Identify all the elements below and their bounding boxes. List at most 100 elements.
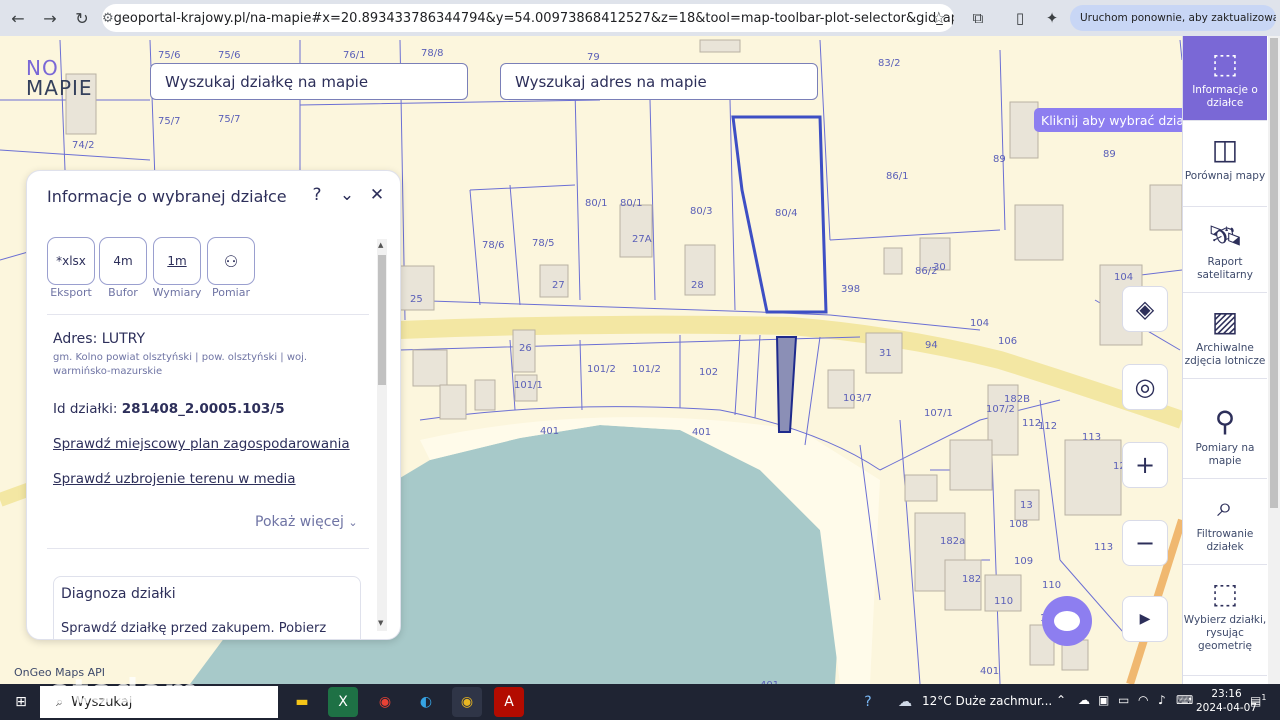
zoom-out-button[interactable]: − — [1122, 520, 1168, 566]
notifications-icon[interactable]: ▤1 — [1250, 693, 1266, 708]
address-heading: Adres: LUTRY — [53, 331, 146, 347]
scroll-up-icon[interactable]: ▲ — [378, 241, 383, 249]
parcel-number-label: 26 — [519, 343, 532, 354]
parcel-number-label: 86/1 — [886, 171, 909, 182]
show-more-button[interactable]: Pokaż więcej ⌄ — [255, 514, 358, 530]
forward-icon[interactable]: → — [36, 4, 64, 32]
parcel-number-label: 13 — [1020, 500, 1033, 511]
locate-button[interactable]: ◎ — [1122, 364, 1168, 410]
parcel-number-label: 89 — [1103, 149, 1116, 160]
parcel-number-label: 74/2 — [72, 140, 95, 151]
update-button[interactable]: Uruchom ponownie, aby zaktualizować — [1070, 5, 1276, 31]
parcel-number-label: 107/2 — [986, 404, 1015, 415]
parcel-number-label: 75/7 — [158, 116, 181, 127]
dimensions-button[interactable]: 1m — [153, 237, 201, 285]
parcel-number-label: 104 — [970, 318, 990, 329]
sidebar-item-draw-select[interactable]: ⬚ Wybierz działki, rysując geometrię — [1183, 566, 1267, 676]
dimensions-icon: 1m — [167, 254, 187, 268]
export-button[interactable]: *xlsx — [47, 237, 95, 285]
excel-icon[interactable]: X — [328, 687, 358, 717]
edge-icon[interactable]: ◐ — [411, 687, 441, 717]
wifi-icon[interactable]: ◠ — [1138, 693, 1148, 707]
buffer-icon: 4m — [113, 254, 133, 268]
onedrive-icon[interactable]: ☁ — [1078, 693, 1090, 707]
app-icon[interactable]: ◉ — [370, 687, 400, 717]
tray-app-icon[interactable]: ▣ — [1098, 693, 1109, 707]
side-panel-icon[interactable]: ▯ — [1008, 6, 1032, 30]
extensions-icon[interactable]: ⧉ — [966, 6, 990, 30]
page-scrollbar[interactable] — [1268, 36, 1280, 684]
back-icon[interactable]: ← — [4, 4, 32, 32]
chevron-down-icon[interactable]: ⌄ — [337, 185, 357, 205]
battery-icon[interactable]: ▭ — [1118, 693, 1129, 707]
scroll-down-icon[interactable]: ▼ — [378, 619, 383, 627]
parcel-number-label: 401 — [980, 666, 1000, 677]
plus-icon: + — [1134, 451, 1156, 479]
parcel-number-label: 110 — [994, 596, 1014, 607]
buffer-button[interactable]: 4m — [99, 237, 147, 285]
measure-button[interactable]: ⚇ — [207, 237, 255, 285]
compare-maps-icon: ◫ — [1211, 132, 1239, 166]
volume-icon[interactable]: ♪ — [1158, 693, 1166, 707]
sidebar-item-filter[interactable]: ⌕ Filtrowanie działek — [1183, 480, 1267, 565]
tray-chevron-icon[interactable]: ⌃ — [1056, 693, 1066, 707]
sidebar-item-archive-photos[interactable]: ▨ Archiwalne zdjęcia lotnicze — [1183, 294, 1267, 379]
diagnosis-card[interactable]: Diagnoza działki Sprawdź działkę przed z… — [53, 576, 361, 639]
parcel-number-label: 103/7 — [843, 393, 872, 404]
keyboard-icon[interactable]: ⌨ — [1176, 693, 1193, 707]
start-icon[interactable]: ⊞ — [6, 687, 36, 717]
sidebar-item-label: Filtrowanie działek — [1196, 528, 1254, 553]
weather-text: 12°C Duże zachmur... — [922, 694, 1053, 708]
plot-search-input[interactable]: Wyszukaj działkę na mapie — [150, 63, 468, 100]
parcel-number-label: 75/6 — [158, 50, 181, 61]
scroll-thumb[interactable] — [1270, 38, 1278, 508]
zoning-plan-link[interactable]: Sprawdź miejscowy plan zagospodarowania — [53, 436, 350, 452]
scroll-thumb[interactable] — [378, 255, 386, 385]
panel-scrollbar[interactable]: ▲ ▼ — [377, 239, 387, 631]
chat-button[interactable] — [1042, 596, 1092, 646]
plot-id-label: Id działki: — [53, 401, 118, 417]
sidebar-item-label: Informacje o działce — [1192, 84, 1258, 109]
layers-button[interactable]: ◈ — [1122, 286, 1168, 332]
parcel-number-label: 80/4 — [775, 208, 798, 219]
parcel-number-label: 401 — [692, 427, 712, 438]
parcel-number-label: 30 — [933, 262, 946, 273]
sidebar-item-label: Pomiary na mapie — [1195, 442, 1255, 467]
parcel-number-label: 75/7 — [218, 114, 241, 125]
help-icon[interactable]: ? — [307, 185, 327, 205]
utilities-link[interactable]: Sprawdź uzbrojenie terenu w media — [53, 471, 296, 487]
export-icon: *xlsx — [56, 254, 86, 268]
diagnosis-text: Sprawdź działkę przed zakupem. Pobierz — [61, 621, 327, 636]
chevron-down-icon: ⌄ — [348, 516, 358, 529]
panel-title: Informacje o wybranej działce — [47, 187, 287, 206]
zoom-in-button[interactable]: + — [1122, 442, 1168, 488]
parcel-number-label: 107/1 — [924, 408, 953, 419]
address-bar[interactable]: ⚙ geoportal-krajowy.pl/na-mapie#x=20.893… — [102, 4, 954, 32]
parcel-number-label: 102 — [699, 367, 719, 378]
plot-info-panel: Informacje o wybranej działce ? ⌄ ✕ *xls… — [26, 170, 401, 640]
sidebar-item-satellite[interactable]: 🛰 Raport satelitarny — [1183, 208, 1267, 293]
file-explorer-icon[interactable]: ▬ — [287, 687, 317, 717]
profile-icon[interactable]: ✦ — [1040, 6, 1064, 30]
clock-time: 23:16 — [1211, 688, 1242, 700]
address-search-input[interactable]: Wyszukaj adres na mapie — [500, 63, 818, 100]
site-info-icon[interactable]: ⚙ — [102, 11, 114, 26]
measure-label: Pomiar — [211, 286, 250, 299]
play-icon: ▶ — [1139, 611, 1151, 627]
close-icon[interactable]: ✕ — [367, 185, 387, 205]
bookmark-star-icon[interactable]: ☆ — [932, 8, 946, 27]
crosshair-icon: ◎ — [1134, 373, 1156, 401]
nomapie-logo: NO MAPIE — [26, 56, 93, 100]
parcel-number-label: 113 — [1094, 542, 1114, 553]
chrome-icon[interactable]: ◉ — [452, 687, 482, 717]
pdf-icon[interactable]: A — [494, 687, 524, 717]
help-tray-icon[interactable]: ? — [853, 687, 883, 717]
reload-icon[interactable]: ↻ — [68, 4, 96, 32]
expand-button[interactable]: ▶ — [1122, 596, 1168, 642]
sidebar-item-plot-info[interactable]: ⬚ Informacje o działce — [1183, 36, 1267, 121]
draw-select-icon: ⬚ — [1211, 576, 1239, 610]
clock[interactable]: 23:16 2024-04-07 — [1196, 687, 1257, 715]
parcel-number-label: 89 — [993, 154, 1006, 165]
sidebar-item-measure[interactable]: ⚲ Pomiary na mapie — [1183, 394, 1267, 479]
sidebar-item-compare-maps[interactable]: ◫ Porównaj mapy — [1183, 122, 1267, 207]
